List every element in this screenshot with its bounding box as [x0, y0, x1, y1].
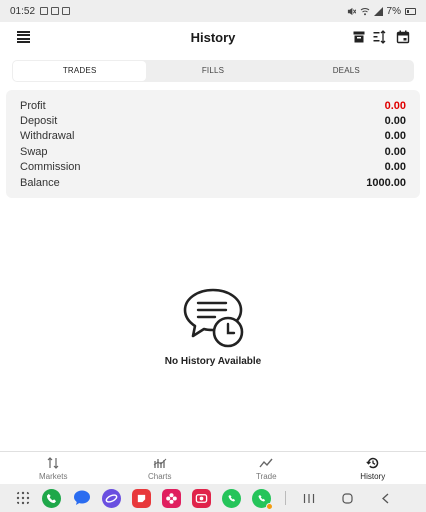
summary-row-withdrawal: Withdrawal 0.00 [20, 129, 406, 144]
trade-line-icon [259, 458, 273, 467]
gallery-app-icon[interactable] [162, 488, 181, 508]
status-right: 7% [347, 6, 416, 17]
summary-row-commission: Commission 0.00 [20, 160, 406, 175]
summary-label: Profit [20, 99, 46, 112]
whatsapp-business-app-icon[interactable] [252, 488, 273, 510]
summary-row-deposit: Deposit 0.00 [20, 113, 406, 128]
calendar-icon[interactable] [396, 30, 410, 44]
history-tabs: TRADES FILLS DEALS [12, 60, 414, 82]
internet-app-icon[interactable] [102, 488, 121, 508]
nav-markets[interactable]: Markets [0, 452, 107, 484]
nav-charts[interactable]: Charts [107, 452, 214, 484]
messages-app-icon[interactable] [72, 489, 91, 508]
summary-row-balance: Balance 1000.00 [20, 175, 406, 190]
phone-app-icon[interactable] [42, 488, 61, 508]
summary-value: 1000.00 [366, 176, 406, 189]
archive-icon[interactable] [352, 30, 366, 44]
battery-percent: 7% [386, 5, 401, 17]
whatsapp-app-icon[interactable] [222, 488, 241, 508]
back-button[interactable] [376, 489, 394, 507]
tab-fills[interactable]: FILLS [146, 61, 279, 81]
nav-history[interactable]: History [320, 452, 426, 484]
summary-label: Swap [20, 145, 48, 158]
status-bar: 01:52 7% [0, 0, 426, 22]
sort-icon[interactable] [373, 30, 387, 44]
summary-value: 0.00 [384, 130, 406, 143]
summary-label: Balance [20, 176, 60, 189]
notes-app-icon[interactable] [132, 488, 151, 508]
mute-icon [347, 7, 356, 15]
summary-value: 0.00 [384, 161, 406, 174]
nav-trade[interactable]: Trade [213, 452, 320, 484]
recents-button[interactable] [300, 489, 318, 507]
battery-icon [405, 7, 416, 15]
summary-row-swap: Swap 0.00 [20, 144, 406, 159]
home-button[interactable] [338, 489, 356, 507]
empty-state-text: No History Available [164, 356, 262, 367]
dock-separator [285, 491, 286, 505]
summary-label: Commission [20, 161, 81, 174]
notification-check-icon [51, 7, 60, 15]
summary-label: Deposit [20, 115, 58, 128]
wifi-icon [360, 7, 369, 15]
camera-app-icon[interactable] [192, 488, 211, 508]
nav-label: History [360, 471, 386, 481]
notification-icon [40, 7, 49, 15]
nav-label: Markets [39, 471, 68, 481]
chat-clock-icon [183, 288, 244, 348]
status-time: 01:52 [10, 5, 36, 17]
nav-label: Charts [147, 471, 172, 481]
app-drawer-icon[interactable] [16, 491, 30, 505]
nav-label: Trade [255, 471, 277, 481]
system-dock [0, 484, 426, 512]
charts-icon [153, 458, 167, 468]
summary-value: 0.00 [384, 115, 406, 128]
bottom-nav: Markets Charts Trade History [0, 451, 426, 484]
tab-deals[interactable]: DEALS [280, 61, 413, 81]
markets-arrows-icon [47, 456, 59, 469]
status-notification-icons [40, 7, 71, 15]
summary-value: 0.00 [384, 99, 406, 112]
screen: 01:52 7% History TRADES FILLS DEALS Prof… [0, 0, 426, 512]
tab-trades[interactable]: TRADES [13, 61, 147, 81]
account-summary: Profit 0.00 Deposit 0.00 Withdrawal 0.00… [6, 90, 420, 198]
summary-row-profit: Profit 0.00 [20, 98, 406, 113]
summary-value: 0.00 [384, 145, 406, 158]
history-clock-icon [366, 457, 378, 468]
summary-label: Withdrawal [20, 130, 75, 143]
signal-icon [373, 6, 383, 16]
app-header: History [0, 22, 426, 54]
notification-lock-icon [62, 7, 71, 15]
